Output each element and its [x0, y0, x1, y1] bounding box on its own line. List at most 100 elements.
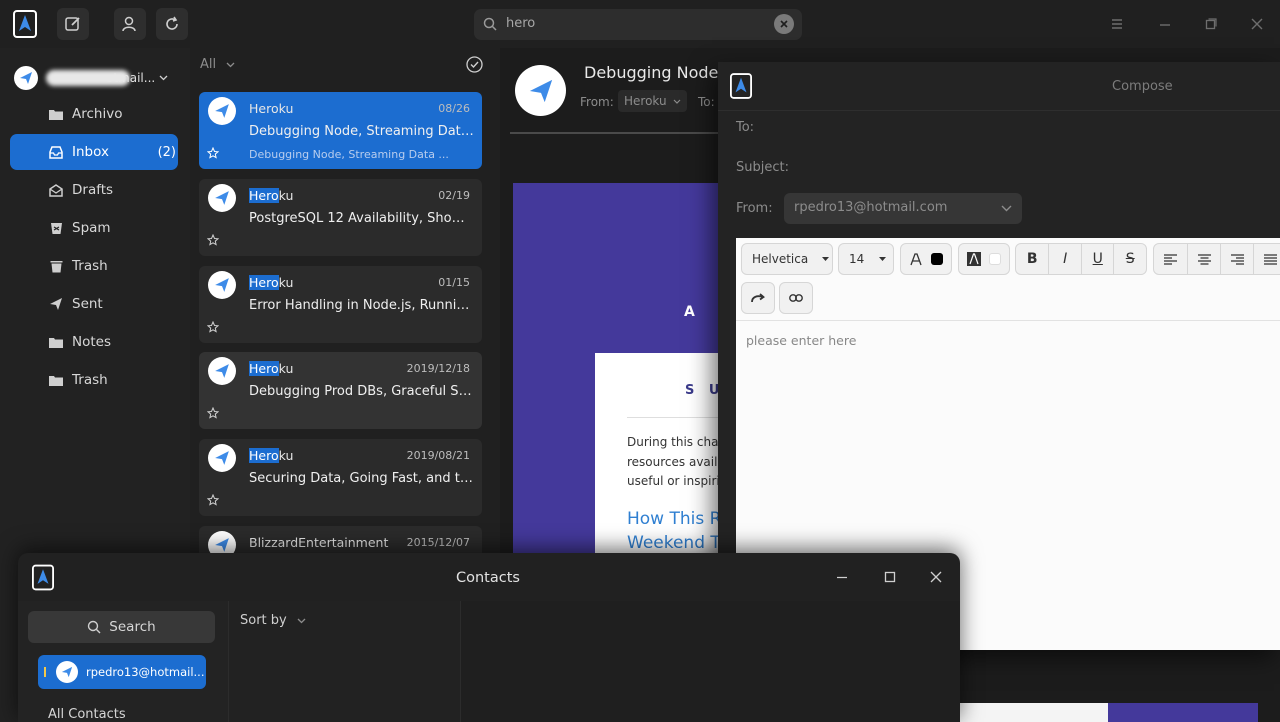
sidebar-item-drafts[interactable]: Drafts [10, 172, 178, 208]
star-icon[interactable] [207, 494, 219, 506]
contacts-search-button[interactable]: Search [28, 611, 215, 643]
star-icon[interactable] [207, 407, 219, 419]
paper-plane-icon [214, 450, 230, 466]
insert-link-button[interactable] [779, 282, 813, 314]
align-left-icon[interactable] [1154, 253, 1187, 265]
top-toolbar: hero [0, 0, 1280, 48]
filter-dropdown[interactable]: All [200, 57, 235, 72]
account-email: rpedro13@hotmail... [86, 665, 205, 679]
text-color-button[interactable] [900, 243, 952, 275]
from-select[interactable]: rpedro13@hotmail.com [784, 193, 1022, 224]
redo-button[interactable] [741, 282, 775, 314]
sidebar-item-sent[interactable]: Sent [10, 286, 178, 322]
body-text-line: During this cha [627, 435, 719, 449]
message-date: 08/26 [438, 102, 470, 115]
paper-plane-icon [214, 103, 230, 119]
sidebar-item-spam[interactable]: Spam [10, 210, 178, 246]
account-switcher[interactable]: otmail... [14, 66, 168, 90]
sidebar-item-trash[interactable]: Trash [10, 248, 178, 284]
subject-input[interactable] [798, 154, 1278, 182]
sender-avatar [208, 444, 236, 472]
from-chip[interactable]: Heroku [618, 90, 687, 112]
contacts-account-item[interactable]: rpedro13@hotmail... [38, 655, 206, 689]
search-bar[interactable]: hero [474, 9, 802, 40]
account-avatar [14, 66, 38, 90]
search-input[interactable]: hero [506, 16, 535, 31]
pencil-icon [64, 15, 82, 33]
paper-plane-icon [214, 363, 230, 379]
highlight-color-button[interactable] [958, 243, 1010, 275]
message-subject: Debugging Node, Streaming Data ... [249, 124, 475, 139]
from-label: From: [580, 95, 614, 109]
font-family-value: Helvetica [752, 252, 809, 266]
list-item[interactable]: Heroku 08/26 Debugging Node, Streaming D… [199, 92, 482, 169]
sender-avatar [515, 65, 566, 116]
message-subject: Error Handling in Node.js, Runnin... [249, 298, 475, 313]
align-justify-icon[interactable] [1253, 244, 1280, 274]
star-icon[interactable] [207, 234, 219, 246]
star-icon[interactable] [207, 147, 219, 159]
align-center-icon[interactable] [1187, 244, 1220, 274]
sender-avatar [208, 357, 236, 385]
subject-label: Subject: [736, 160, 789, 175]
font-size-select[interactable]: 14 [838, 243, 894, 275]
contacts-button[interactable] [114, 8, 146, 40]
list-item[interactable]: Heroku 2019/08/21 Securing Data, Going F… [199, 439, 482, 516]
sort-label: Sort by [240, 613, 287, 628]
sender-name: Heroku [249, 275, 293, 290]
sidebar-item-label: Notes [72, 334, 111, 350]
select-all-check-icon[interactable] [466, 56, 483, 73]
close-icon[interactable] [1249, 16, 1265, 32]
italic-icon[interactable]: I [1048, 244, 1081, 274]
message-body-input[interactable]: please enter here [746, 333, 856, 348]
sort-by-dropdown[interactable]: Sort by [240, 613, 306, 628]
maximize-icon[interactable] [1203, 16, 1219, 32]
sender-name-rest: ku [278, 361, 294, 376]
align-right-icon[interactable] [1220, 244, 1253, 274]
contacts-window: Contacts Search rpedro13@hotmail... All … [18, 553, 960, 722]
sidebar-item-archivo[interactable]: Archivo [10, 96, 178, 132]
sender-name-rest: ku [278, 448, 294, 463]
bold-icon[interactable]: B [1016, 251, 1048, 267]
message-date: 02/19 [438, 189, 470, 202]
chevron-down-icon [1001, 205, 1012, 212]
maximize-icon[interactable] [884, 571, 896, 583]
underline-icon[interactable]: U [1080, 244, 1114, 274]
message-date: 2019/12/18 [406, 362, 470, 375]
article-link[interactable]: Weekend T [627, 533, 721, 553]
message-title: Debugging Node, [584, 63, 724, 82]
menu-icon[interactable] [1109, 16, 1125, 32]
list-item[interactable]: Heroku 01/15 Error Handling in Node.js, … [199, 266, 482, 343]
list-item[interactable]: Heroku 02/19 PostgreSQL 12 Availability,… [199, 179, 482, 256]
body-text-line: resources avail [627, 455, 718, 469]
redo-icon [751, 293, 765, 303]
highlight-icon [967, 252, 981, 266]
message-date: 2015/12/07 [406, 536, 470, 549]
sender-name: Heroku [249, 188, 293, 203]
paper-plane-icon [528, 78, 554, 104]
font-size-value: 14 [849, 252, 865, 266]
sidebar-item-trash-folder[interactable]: Trash [10, 362, 178, 398]
highlight-color-swatch [989, 253, 1001, 265]
sidebar-item-notes[interactable]: Notes [10, 324, 178, 360]
compose-button[interactable] [57, 8, 89, 40]
all-contacts-item[interactable]: All Contacts [48, 707, 126, 722]
font-family-select[interactable]: Helvetica [741, 243, 833, 275]
star-icon[interactable] [207, 321, 219, 333]
sidebar-item-label: Sent [72, 296, 103, 312]
message-date: 2019/08/21 [406, 449, 470, 462]
list-item[interactable]: Heroku 2019/12/18 Debugging Prod DBs, Gr… [199, 352, 482, 429]
strikethrough-icon[interactable]: S [1113, 244, 1146, 274]
paper-plane-icon [61, 666, 73, 678]
close-icon[interactable] [930, 571, 942, 583]
sidebar-item-inbox[interactable]: Inbox (2) [10, 134, 178, 170]
minimize-icon[interactable] [836, 571, 848, 583]
clear-search-button[interactable] [774, 14, 794, 34]
minimize-icon[interactable] [1157, 16, 1173, 32]
article-link[interactable]: How This R [627, 509, 721, 529]
active-indicator [44, 667, 46, 677]
message-preview: Debugging Node, Streaming Data ... [249, 148, 449, 161]
to-input[interactable] [778, 114, 1278, 142]
paper-plane-icon [214, 277, 230, 293]
refresh-button[interactable] [156, 8, 188, 40]
